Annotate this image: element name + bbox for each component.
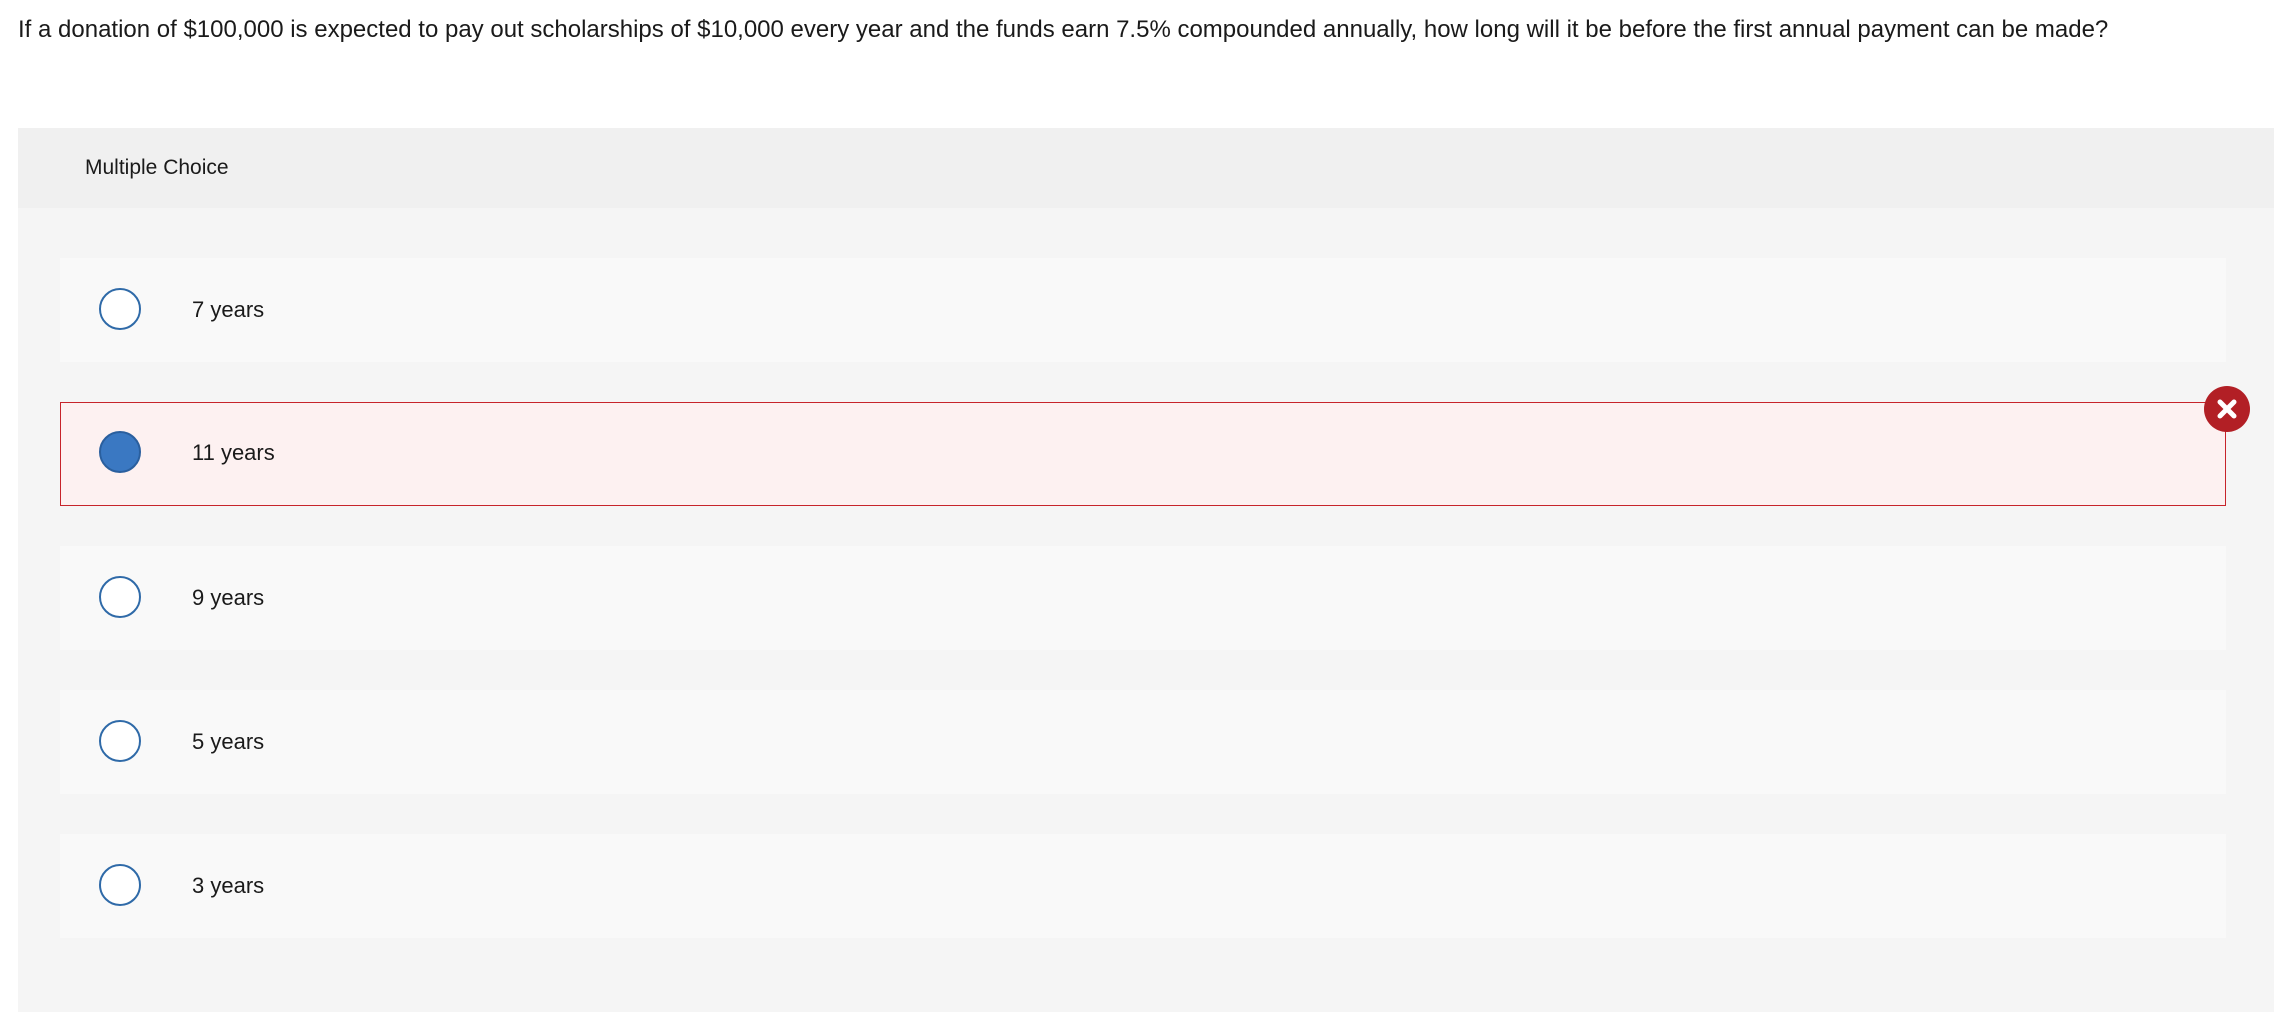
answer-option-11-years[interactable]: 11 years: [60, 402, 2226, 506]
option-label: 5 years: [192, 729, 265, 754]
option-label: 11 years: [192, 440, 275, 465]
answer-option-7-years[interactable]: 7 years: [60, 258, 2226, 362]
panel-title: Multiple Choice: [85, 156, 229, 179]
radio-button[interactable]: [99, 576, 141, 618]
incorrect-close-icon: [2204, 386, 2250, 432]
panel-header: Multiple Choice: [18, 128, 2274, 208]
close-icon: [2217, 399, 2237, 419]
multiple-choice-panel: Multiple Choice 7 years 11 years 9 years…: [18, 128, 2274, 1012]
option-label: 3 years: [192, 873, 265, 898]
option-label: 9 years: [192, 585, 265, 610]
radio-button[interactable]: [99, 288, 141, 330]
answer-option-5-years[interactable]: 5 years: [60, 690, 2226, 794]
option-label: 7 years: [192, 297, 265, 322]
options-list: 7 years 11 years 9 years 5 years 3 years: [18, 208, 2274, 1012]
answer-option-9-years[interactable]: 9 years: [60, 546, 2226, 650]
answer-option-3-years[interactable]: 3 years: [60, 834, 2226, 938]
question-text: If a donation of $100,000 is expected to…: [18, 16, 2109, 43]
radio-button-selected[interactable]: [99, 431, 141, 473]
radio-button[interactable]: [99, 864, 141, 906]
radio-button[interactable]: [99, 720, 141, 762]
